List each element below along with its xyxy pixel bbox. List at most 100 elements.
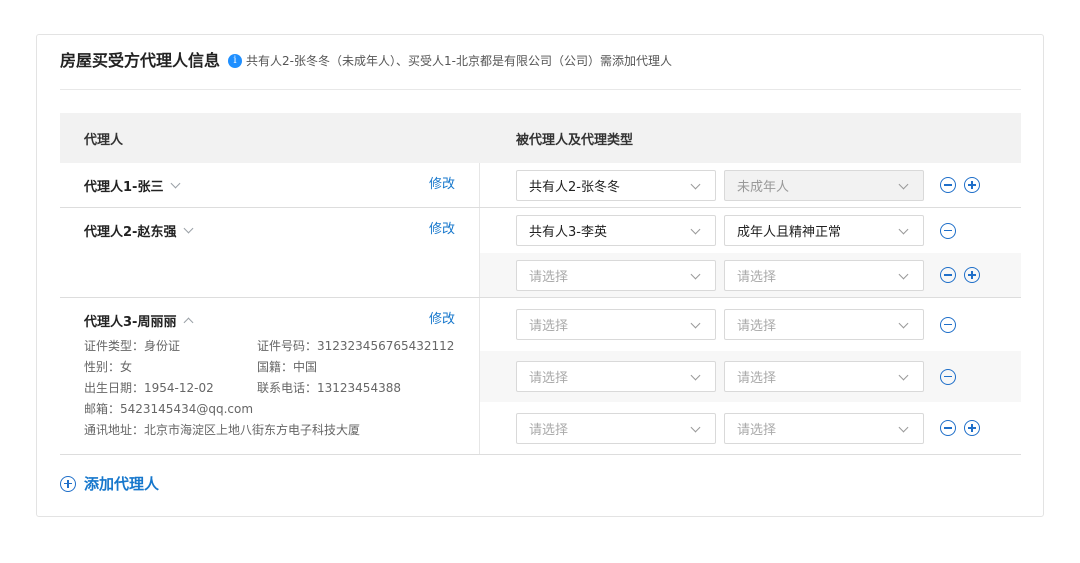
principal-row: 共有人2-张冬冬 未成年人	[480, 163, 1021, 207]
agent-block-2: 代理人2-赵东强 修改 共有人3-李英 成年人且精神正常 请选择 请选择	[60, 208, 1021, 298]
agency-type-select[interactable]: 请选择	[724, 361, 924, 392]
chevron-down-icon	[690, 318, 701, 329]
principal-select[interactable]: 共有人3-李英	[516, 215, 716, 246]
card-header: 房屋买受方代理人信息 i 共有人2-张冬冬（未成年人）、买受人1-北京都是有限公…	[60, 51, 1021, 90]
select-placeholder: 请选择	[529, 319, 569, 334]
select-placeholder: 请选择	[529, 269, 569, 285]
remove-row-button[interactable]	[940, 420, 956, 436]
chevron-up-icon[interactable]	[184, 317, 194, 327]
principal-row: 请选择 请选择	[480, 351, 1021, 402]
chevron-down-icon	[690, 179, 701, 189]
chevron-down-icon	[690, 370, 701, 381]
select-placeholder: 请选择	[529, 371, 569, 386]
agency-type-select[interactable]: 请选择	[724, 259, 924, 291]
add-row-button[interactable]	[964, 267, 980, 283]
detail-row: 性别：女 国籍：中国	[84, 357, 455, 378]
chevron-down-icon	[898, 318, 909, 329]
chevron-down-icon	[690, 224, 701, 235]
modify-link[interactable]: 修改	[429, 175, 455, 195]
detail-birth: 出生日期：1954-12-02	[84, 381, 214, 395]
principal-select[interactable]: 请选择	[516, 309, 716, 340]
detail-address: 通讯地址：北京市海淀区上地八街东方电子科技大厦	[84, 423, 361, 437]
agency-type-select[interactable]: 成年人且精神正常	[724, 215, 924, 246]
select-value: 未成年人	[737, 179, 790, 195]
agent-info-card: 房屋买受方代理人信息 i 共有人2-张冬冬（未成年人）、买受人1-北京都是有限公…	[36, 34, 1044, 517]
detail-row: 邮箱：5423145434@qq.com	[84, 399, 455, 420]
chevron-down-icon	[898, 269, 909, 279]
principal-select[interactable]: 请选择	[516, 259, 716, 291]
plus-circle-icon	[60, 475, 76, 492]
column-header-principal: 被代理人及代理类型	[516, 132, 634, 148]
agency-type-select[interactable]: 请选择	[724, 309, 924, 340]
agent-info-cell: 代理人1-张三 修改	[60, 163, 480, 207]
agency-type-select: 未成年人	[724, 169, 924, 201]
notice-text: 共有人2-张冬冬（未成年人）、买受人1-北京都是有限公司（公司）需添加代理人	[246, 54, 672, 68]
select-placeholder: 请选择	[737, 371, 777, 386]
row-ops	[940, 316, 964, 333]
remove-row-button[interactable]	[940, 267, 956, 283]
chevron-down-icon	[690, 269, 701, 279]
remove-row-button[interactable]	[940, 177, 956, 193]
chevron-down-icon	[690, 422, 701, 432]
select-placeholder: 请选择	[737, 269, 777, 285]
principal-select[interactable]: 请选择	[516, 412, 716, 444]
principal-row: 请选择 请选择	[480, 253, 1021, 297]
agent-toggle[interactable]: 代理人1-张三	[84, 175, 455, 195]
chevron-down-icon	[898, 370, 909, 381]
agent-toggle[interactable]: 代理人2-赵东强	[84, 220, 455, 240]
detail-phone: 联系电话：13123454388	[257, 381, 401, 395]
agent-info-cell: 代理人3-周丽丽 修改 证件类型：身份证 证件号码：31232345676543…	[60, 298, 480, 454]
principal-row: 请选择 请选择	[480, 298, 1021, 351]
detail-row: 证件类型：身份证 证件号码：312323456765432112	[84, 336, 455, 357]
chevron-down-icon[interactable]	[184, 223, 194, 233]
agent-name: 代理人1-张三	[84, 179, 164, 195]
detail-id-number: 证件号码：312323456765432112	[257, 339, 455, 353]
agency-type-select[interactable]: 请选择	[724, 412, 924, 444]
chevron-down-icon	[898, 179, 909, 189]
agent-block-3: 代理人3-周丽丽 修改 证件类型：身份证 证件号码：31232345676543…	[60, 298, 1021, 455]
add-agent-button[interactable]: 添加代理人	[60, 473, 159, 494]
principal-list: 共有人3-李英 成年人且精神正常 请选择 请选择	[480, 208, 1021, 297]
principal-select[interactable]: 请选择	[516, 361, 716, 392]
modify-link[interactable]: 修改	[429, 220, 455, 240]
select-value: 成年人且精神正常	[737, 225, 842, 240]
add-agent-label: 添加代理人	[84, 475, 160, 493]
add-row-button[interactable]	[964, 177, 980, 193]
principal-select[interactable]: 共有人2-张冬冬	[516, 169, 716, 201]
select-placeholder: 请选择	[737, 319, 777, 334]
row-ops	[940, 267, 988, 283]
detail-gender: 性别：女	[84, 360, 133, 374]
remove-row-button[interactable]	[940, 316, 956, 333]
detail-row: 出生日期：1954-12-02 联系电话：13123454388	[84, 378, 455, 399]
add-row-button[interactable]	[964, 420, 980, 436]
principal-row: 共有人3-李英 成年人且精神正常	[480, 208, 1021, 253]
agent-name: 代理人2-赵东强	[84, 224, 177, 240]
select-placeholder: 请选择	[737, 422, 777, 438]
select-placeholder: 请选择	[529, 422, 569, 438]
detail-id-type: 证件类型：身份证	[84, 339, 181, 353]
principal-list: 请选择 请选择 请选择 请选择 请选择 请选择	[480, 298, 1021, 454]
principal-row: 请选择 请选择	[480, 402, 1021, 454]
agent-details: 证件类型：身份证 证件号码：312323456765432112 性别：女 国籍…	[84, 336, 455, 441]
table-header: 代理人 被代理人及代理类型	[60, 113, 1021, 163]
agent-info-cell: 代理人2-赵东强 修改	[60, 208, 480, 297]
modify-link[interactable]: 修改	[429, 310, 455, 330]
agent-toggle[interactable]: 代理人3-周丽丽	[84, 310, 455, 330]
principal-list: 共有人2-张冬冬 未成年人	[480, 163, 1021, 207]
chevron-down-icon[interactable]	[171, 178, 181, 188]
info-icon: i	[228, 54, 243, 68]
card-title: 房屋买受方代理人信息	[60, 51, 221, 70]
chevron-down-icon	[898, 422, 909, 432]
row-ops	[940, 222, 964, 239]
detail-email: 邮箱：5423145434@qq.com	[84, 402, 254, 416]
chevron-down-icon	[898, 224, 909, 235]
detail-nationality: 国籍：中国	[257, 360, 318, 374]
agent-block-1: 代理人1-张三 修改 共有人2-张冬冬 未成年人	[60, 163, 1021, 208]
row-ops	[940, 420, 988, 436]
remove-row-button[interactable]	[940, 368, 956, 385]
agent-name: 代理人3-周丽丽	[84, 314, 177, 330]
remove-row-button[interactable]	[940, 222, 956, 239]
select-value: 共有人2-张冬冬	[529, 179, 620, 195]
row-ops	[940, 177, 988, 193]
detail-row: 通讯地址：北京市海淀区上地八街东方电子科技大厦	[84, 420, 455, 441]
